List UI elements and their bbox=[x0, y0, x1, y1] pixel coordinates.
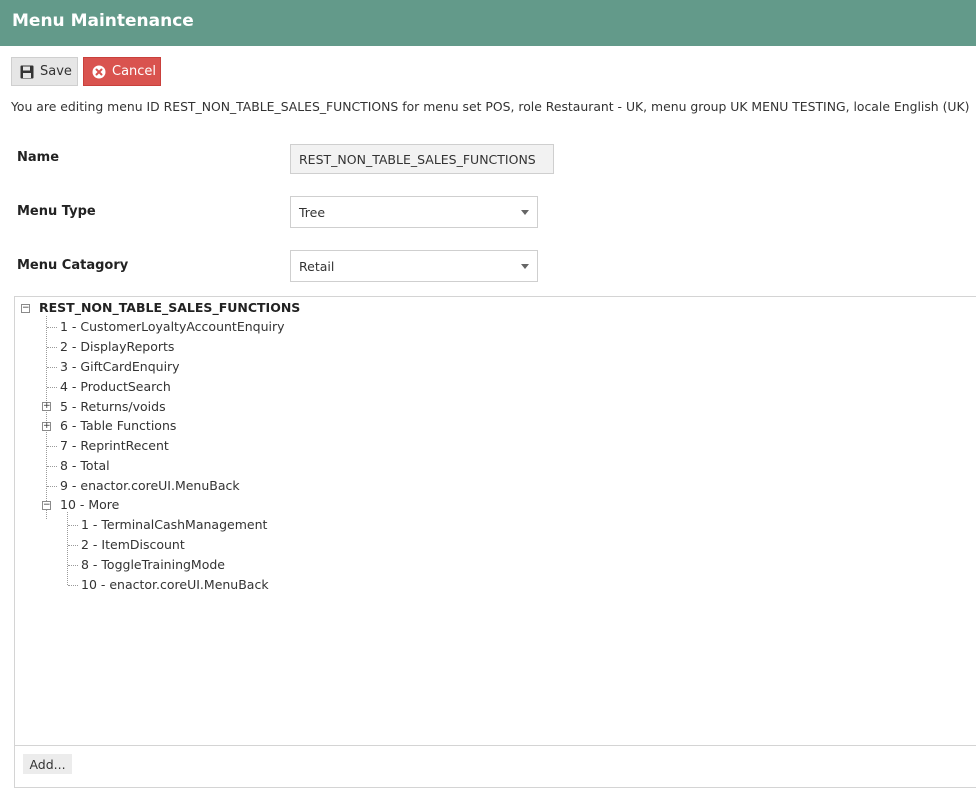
cancel-button[interactable]: Cancel bbox=[83, 57, 161, 86]
expand-icon[interactable]: + bbox=[42, 402, 51, 411]
tree-item[interactable]: 2 - DisplayReports bbox=[60, 339, 174, 355]
cancel-label: Cancel bbox=[112, 64, 157, 79]
tree-connector bbox=[47, 387, 57, 388]
add-button[interactable]: Add... bbox=[23, 754, 72, 774]
expand-icon[interactable]: + bbox=[42, 422, 51, 431]
tree-item[interactable]: 7 - ReprintRecent bbox=[60, 438, 169, 454]
tree-item[interactable]: 4 - ProductSearch bbox=[60, 379, 171, 395]
name-field[interactable]: REST_NON_TABLE_SALES_FUNCTIONS bbox=[290, 144, 554, 174]
tree-connector bbox=[47, 466, 57, 467]
tree-subitem[interactable]: 8 - ToggleTrainingMode bbox=[81, 557, 225, 573]
tree-item[interactable]: 9 - enactor.coreUI.MenuBack bbox=[60, 478, 240, 494]
tree-item[interactable]: 8 - Total bbox=[60, 458, 110, 474]
tree-connector bbox=[47, 486, 57, 487]
menu-tree-panel: − REST_NON_TABLE_SALES_FUNCTIONS 1 - Cus… bbox=[14, 296, 976, 788]
save-button[interactable]: Save bbox=[11, 57, 78, 86]
tree-item[interactable]: 10 - More bbox=[60, 497, 119, 513]
tree-connector bbox=[47, 347, 57, 348]
save-label: Save bbox=[40, 64, 72, 79]
tree-connector bbox=[47, 327, 57, 328]
save-icon bbox=[20, 65, 34, 78]
tree-connector bbox=[47, 446, 57, 447]
name-label: Name bbox=[17, 150, 60, 165]
tree-item[interactable]: 3 - GiftCardEnquiry bbox=[60, 359, 180, 375]
collapse-icon[interactable]: − bbox=[21, 304, 30, 313]
menu-category-value: Retail bbox=[299, 258, 335, 274]
tree-connector bbox=[47, 367, 57, 368]
tree-connector bbox=[68, 585, 78, 586]
tree-item[interactable]: 5 - Returns/voids bbox=[60, 399, 166, 415]
tree-connector bbox=[67, 512, 68, 585]
tree-subitem[interactable]: 2 - ItemDiscount bbox=[81, 537, 185, 553]
tree-subitem[interactable]: 10 - enactor.coreUI.MenuBack bbox=[81, 577, 269, 593]
menu-type-label: Menu Type bbox=[17, 204, 96, 219]
chevron-down-icon bbox=[521, 264, 529, 269]
tree-footer: Add... bbox=[15, 745, 976, 787]
page-title: Menu Maintenance bbox=[12, 11, 194, 31]
menu-category-label: Menu Catagory bbox=[17, 258, 129, 273]
collapse-icon[interactable]: − bbox=[42, 501, 51, 510]
close-circle-icon bbox=[92, 65, 106, 78]
editing-info-text: You are editing menu ID REST_NON_TABLE_S… bbox=[11, 99, 970, 114]
title-bar: Menu Maintenance bbox=[0, 0, 976, 46]
tree-connector bbox=[68, 525, 78, 526]
menu-type-select[interactable]: Tree bbox=[290, 196, 538, 228]
tree-item[interactable]: 6 - Table Functions bbox=[60, 418, 176, 434]
tree-connector bbox=[68, 565, 78, 566]
name-value: REST_NON_TABLE_SALES_FUNCTIONS bbox=[299, 151, 536, 167]
tree-subitem[interactable]: 1 - TerminalCashManagement bbox=[81, 517, 267, 533]
menu-category-select[interactable]: Retail bbox=[290, 250, 538, 282]
tree-connector bbox=[68, 545, 78, 546]
menu-type-value: Tree bbox=[299, 204, 326, 220]
tree-root-node[interactable]: REST_NON_TABLE_SALES_FUNCTIONS bbox=[39, 300, 300, 316]
chevron-down-icon bbox=[521, 210, 529, 215]
tree-item[interactable]: 1 - CustomerLoyaltyAccountEnquiry bbox=[60, 319, 285, 335]
